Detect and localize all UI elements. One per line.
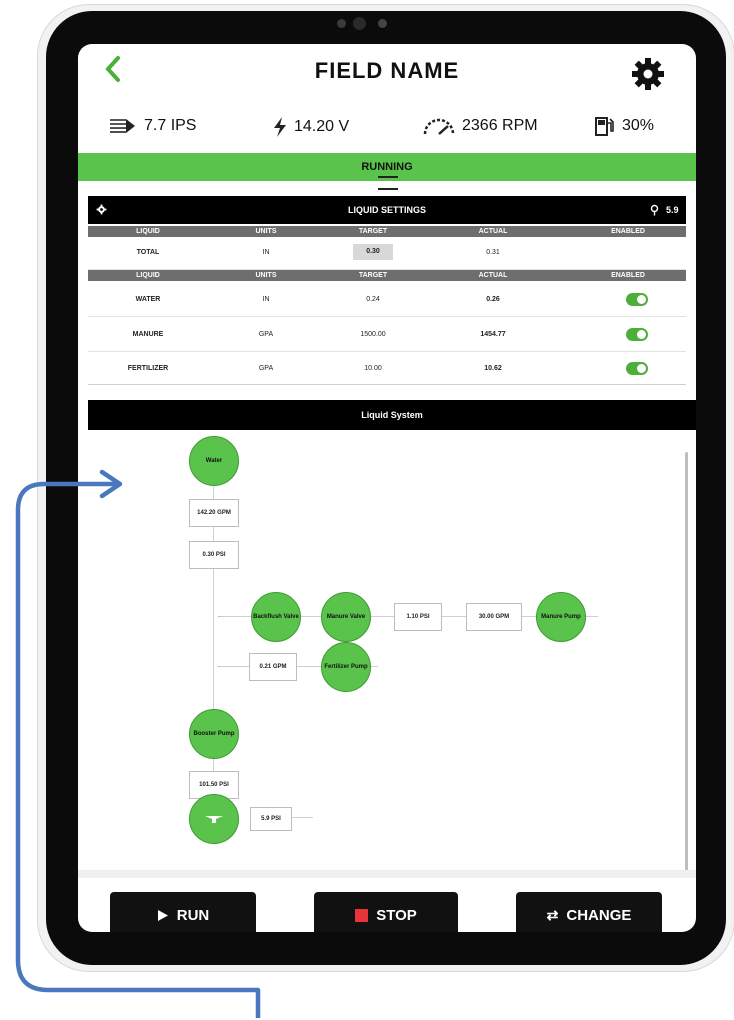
annotation-arrow xyxy=(15,469,261,1018)
